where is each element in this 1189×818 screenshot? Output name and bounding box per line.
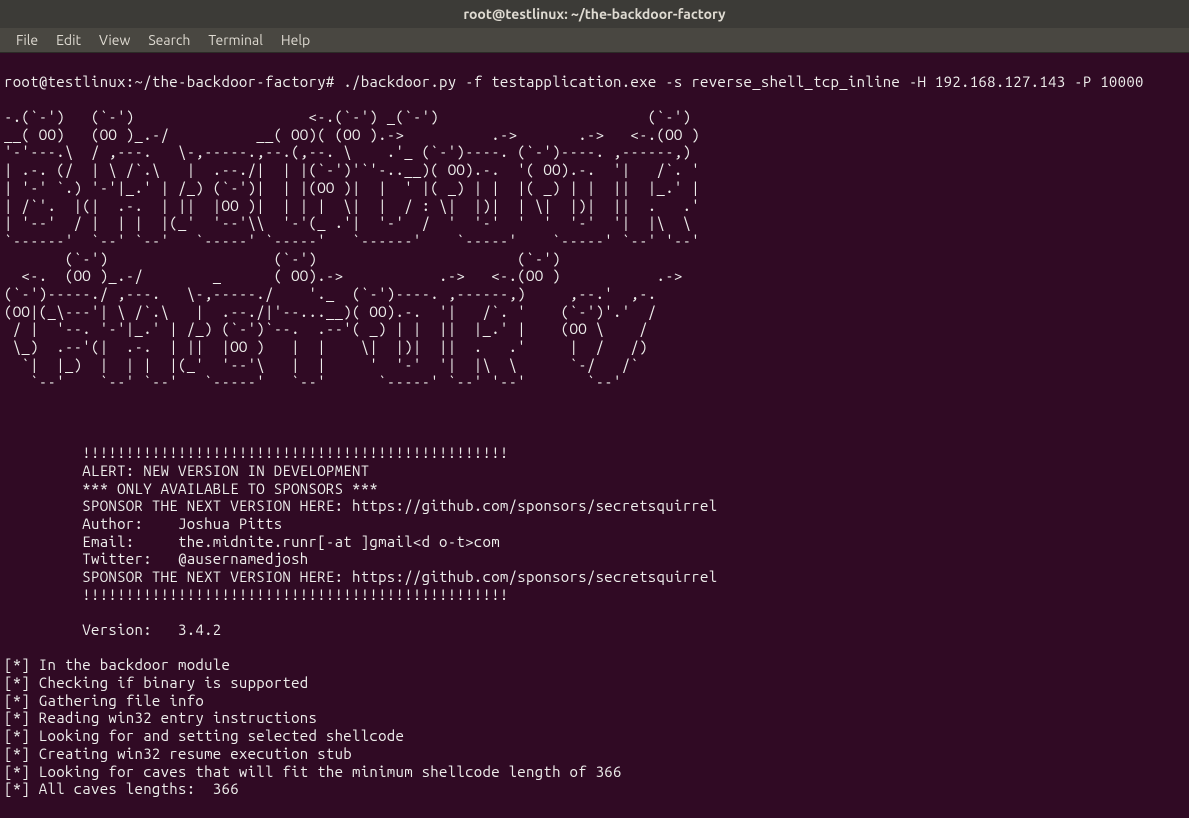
shell-prompt: root@testlinux:~/the-backdoor-factory# (4, 73, 343, 91)
ascii-banner: -.(`-') (`-') <-.(`-') _(`-') (`-') __( … (4, 108, 1185, 391)
window-titlebar: root@testlinux: ~/the-backdoor-factory (0, 0, 1189, 28)
status-output: [*] In the backdoor module [*] Checking … (4, 656, 1185, 798)
menu-terminal[interactable]: Terminal (200, 29, 271, 51)
menu-help[interactable]: Help (273, 29, 318, 51)
command-text: ./backdoor.py -f testapplication.exe -s … (343, 73, 1143, 91)
blank-line (4, 409, 1185, 427)
menu-file[interactable]: File (8, 29, 46, 51)
terminal-output[interactable]: root@testlinux:~/the-backdoor-factory# .… (0, 53, 1189, 818)
menu-search[interactable]: Search (140, 29, 198, 51)
program-info: !!!!!!!!!!!!!!!!!!!!!!!!!!!!!!!!!!!!!!!!… (4, 444, 1185, 639)
window-title: root@testlinux: ~/the-backdoor-factory (463, 6, 725, 22)
menubar: File Edit View Search Terminal Help (0, 28, 1189, 53)
menu-edit[interactable]: Edit (48, 29, 89, 51)
menu-view[interactable]: View (91, 29, 138, 51)
command-line: root@testlinux:~/the-backdoor-factory# .… (4, 73, 1185, 91)
